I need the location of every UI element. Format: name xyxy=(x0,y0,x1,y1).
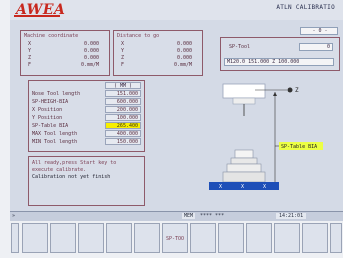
param-row-selected: SP-Table BIA 265.400 xyxy=(29,122,144,129)
softkey-5[interactable] xyxy=(134,223,160,253)
status-stars: **** *** xyxy=(200,213,225,219)
cnc-screen: AWEA ATLN CALIBRATIO Machine coordinate … xyxy=(10,0,343,226)
distance-to-go-panel: Distance to go X 0.000 Y 0.000 Z 0.000 F 0.m… xyxy=(113,30,203,76)
coord-row-z: Z 0.000 xyxy=(28,55,99,61)
dist-row-f: F 0.mm/M xyxy=(121,62,192,68)
message-line: execute calibrate. xyxy=(32,167,87,173)
logo-swoosh xyxy=(14,15,60,17)
unit-header: ( MM ) xyxy=(105,82,141,89)
dist-row-y: Y 0.000 xyxy=(121,48,192,54)
param-value[interactable]: 600.000 xyxy=(105,98,141,105)
softkey-4[interactable] xyxy=(106,223,132,253)
softkey-3[interactable] xyxy=(78,223,104,253)
calibration-diagram: Z SP-Table BIA X X X xyxy=(209,83,323,190)
param-row: MAX Tool length 400.000 xyxy=(29,130,144,137)
sp-table-label: SP-Table BIA xyxy=(281,144,317,150)
svg-text:X: X xyxy=(241,184,244,190)
command-line: M120.0 151.000 Z 100.000 xyxy=(224,58,334,66)
sp-tool-panel: SP-Tool 0 M120.0 151.000 Z 100.000 xyxy=(220,37,340,71)
spindle-nose xyxy=(232,97,256,105)
scroll-arrow-icon[interactable]: » xyxy=(12,213,15,219)
param-row: Nose Tool length 151.000 xyxy=(29,90,144,97)
param-value[interactable]: 151.000 xyxy=(105,90,141,97)
coord-row-y: Y 0.000 xyxy=(28,48,99,54)
param-row: Y Position 100.000 xyxy=(29,114,144,121)
gauge-base xyxy=(222,171,266,183)
coord-row-f: F 0.mm/M xyxy=(28,62,99,68)
param-row: SP-HEIGH-BIA 600.000 xyxy=(29,98,144,105)
header-bar: AWEA ATLN CALIBRATIO xyxy=(10,0,343,20)
message-line: Calibration not yet finish xyxy=(32,174,111,180)
dist-row-x: X 0.000 xyxy=(121,41,192,47)
mode-indicator: MEM xyxy=(182,213,196,219)
param-row: X Position 200.000 xyxy=(29,106,144,113)
sp-tool-label: SP-Tool xyxy=(229,44,251,50)
param-value[interactable]: 100.000 xyxy=(105,114,141,121)
machine-coordinate-panel: Machine coordinate X 0.000 Y 0.000 Z 0.000 … xyxy=(20,30,110,76)
screen-title: ATLN CALIBRATIO xyxy=(276,4,335,11)
message-line: All ready,press Start key to xyxy=(32,160,117,166)
softkey-9[interactable] xyxy=(246,223,272,253)
softkey-8[interactable] xyxy=(218,223,244,253)
param-value[interactable]: 150.000 xyxy=(105,138,141,145)
softkey-left-arrow[interactable] xyxy=(11,223,19,253)
status-bar: » MEM **** *** 14:21:01 xyxy=(10,211,343,221)
softkey-11[interactable] xyxy=(302,223,328,253)
panel-title: Distance to go xyxy=(117,33,160,39)
param-value-selected[interactable]: 265.400 xyxy=(105,122,141,129)
softkey-1[interactable] xyxy=(22,223,48,253)
clock: 14:21:01 xyxy=(276,213,307,219)
calibration-parameters: ( MM ) Nose Tool length 151.000 SP-HEIGH-… xyxy=(28,80,145,152)
sp-tool-value: 0 xyxy=(299,43,333,51)
z-axis-label: Z xyxy=(295,87,299,94)
svg-text:X: X xyxy=(219,184,222,190)
z-marker xyxy=(287,87,293,93)
softkey-right-arrow[interactable] xyxy=(330,223,342,253)
top-value-field: - 0 - xyxy=(300,27,338,35)
param-value[interactable]: 400.000 xyxy=(105,130,141,137)
dist-row-z: Z 0.000 xyxy=(121,55,192,61)
softkey-7[interactable] xyxy=(190,223,216,253)
softkey-bar: SP-TOO xyxy=(10,221,343,256)
panel-title: Machine coordinate xyxy=(24,33,79,39)
spindle-head xyxy=(222,83,266,99)
svg-text:X: X xyxy=(263,184,266,190)
gauge-top xyxy=(234,149,254,159)
softkey-10[interactable] xyxy=(274,223,300,253)
coord-row-x: X 0.000 xyxy=(28,41,99,47)
softkey-sp-tool[interactable]: SP-TOO xyxy=(162,223,188,253)
message-box: All ready,press Start key to execute cal… xyxy=(28,156,145,206)
param-value[interactable]: 200.000 xyxy=(105,106,141,113)
softkey-2[interactable] xyxy=(50,223,76,253)
param-row: MIN Tool length 150.000 xyxy=(29,138,144,145)
